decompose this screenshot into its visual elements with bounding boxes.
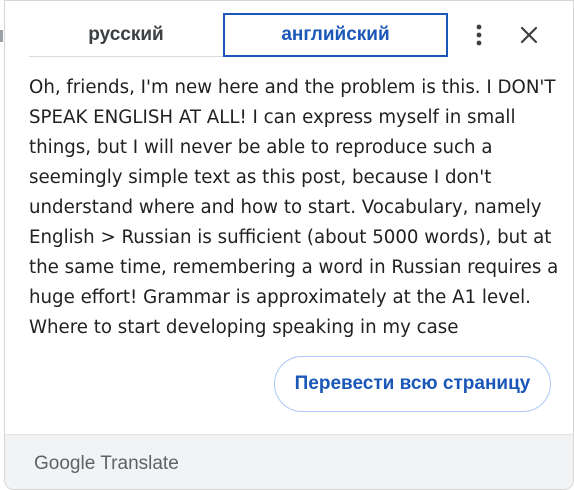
google-translate-brand: Google Translate — [34, 453, 179, 475]
tab-source-language[interactable]: русский — [29, 13, 223, 57]
page-edge-fragment — [0, 30, 3, 42]
tab-target-language[interactable]: английский — [223, 13, 448, 57]
more-options-button[interactable] — [465, 21, 493, 49]
translated-text: Oh, friends, I'm new here and the proble… — [29, 77, 559, 338]
translate-page-label: Перевести всю страницу — [294, 373, 531, 394]
more-vert-icon — [476, 24, 482, 46]
language-tabs: русский английский — [29, 13, 453, 57]
translate-popup: русский английский Oh, friends, I'm new … — [4, 0, 574, 490]
close-button[interactable] — [515, 21, 543, 49]
brand-translate: Translate — [100, 453, 179, 474]
popup-footer: Google Translate — [5, 434, 573, 489]
tab-target-language-label: английский — [281, 24, 390, 45]
brand-google: Google — [34, 453, 96, 474]
translate-page-button[interactable]: Перевести всю страницу — [274, 356, 551, 412]
close-icon — [520, 26, 538, 44]
tab-source-language-label: русский — [88, 23, 164, 45]
